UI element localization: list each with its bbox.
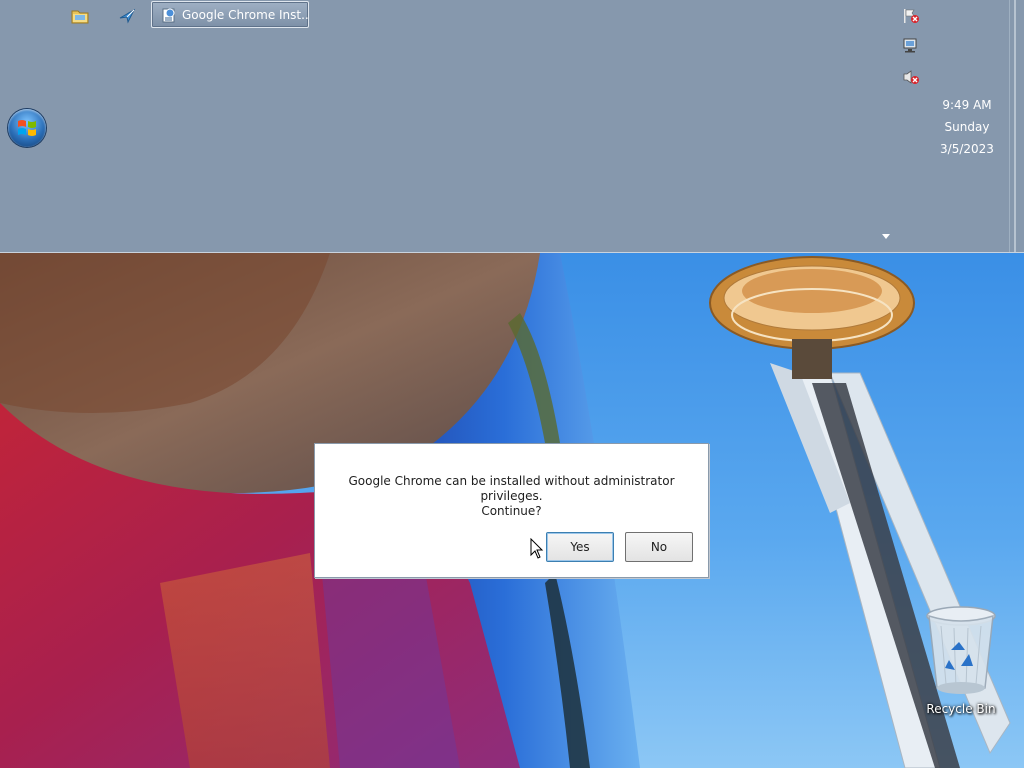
dialog-message-line-1: Google Chrome can be installed without a… [348, 474, 675, 503]
yes-button[interactable]: Yes [546, 532, 614, 562]
show-hidden-icons-chevron-icon[interactable] [880, 230, 892, 240]
dialog-message-line-2: Continue? [481, 504, 542, 518]
start-button[interactable] [8, 109, 46, 147]
no-button[interactable]: No [625, 532, 693, 562]
taskbar-resize-edge[interactable] [1009, 0, 1024, 252]
clock[interactable]: 9:49 AM Sunday 3/5/2023 [930, 94, 1004, 160]
clock-day: Sunday [944, 120, 990, 134]
clock-time: 9:49 AM [942, 98, 992, 112]
action-center-flag-icon[interactable] [902, 7, 920, 25]
clock-date: 3/5/2023 [940, 142, 994, 156]
recycle-bin[interactable]: Recycle Bin [922, 604, 1000, 724]
arrow-icon[interactable] [117, 6, 137, 26]
network-icon[interactable] [902, 37, 920, 55]
folder-icon[interactable] [70, 6, 90, 26]
windows-logo-icon [18, 120, 36, 136]
recycle-bin-label: Recycle Bin [926, 702, 996, 716]
dialog-message: Google Chrome can be installed without a… [325, 474, 698, 519]
install-confirmation-dialog: Google Chrome can be installed without a… [314, 443, 709, 578]
taskbar: Google Chrome Inst... 9:49 AM Sunday 3/5… [0, 0, 1024, 253]
installer-icon [161, 7, 177, 23]
recycle-bin-icon [926, 606, 996, 694]
taskbar-button-chrome-installer[interactable]: Google Chrome Inst... [151, 1, 309, 28]
mouse-cursor-icon [530, 538, 544, 559]
volume-muted-icon[interactable] [902, 68, 920, 86]
taskbar-grip [1014, 0, 1016, 252]
taskbar-button-label: Google Chrome Inst... [182, 7, 309, 22]
